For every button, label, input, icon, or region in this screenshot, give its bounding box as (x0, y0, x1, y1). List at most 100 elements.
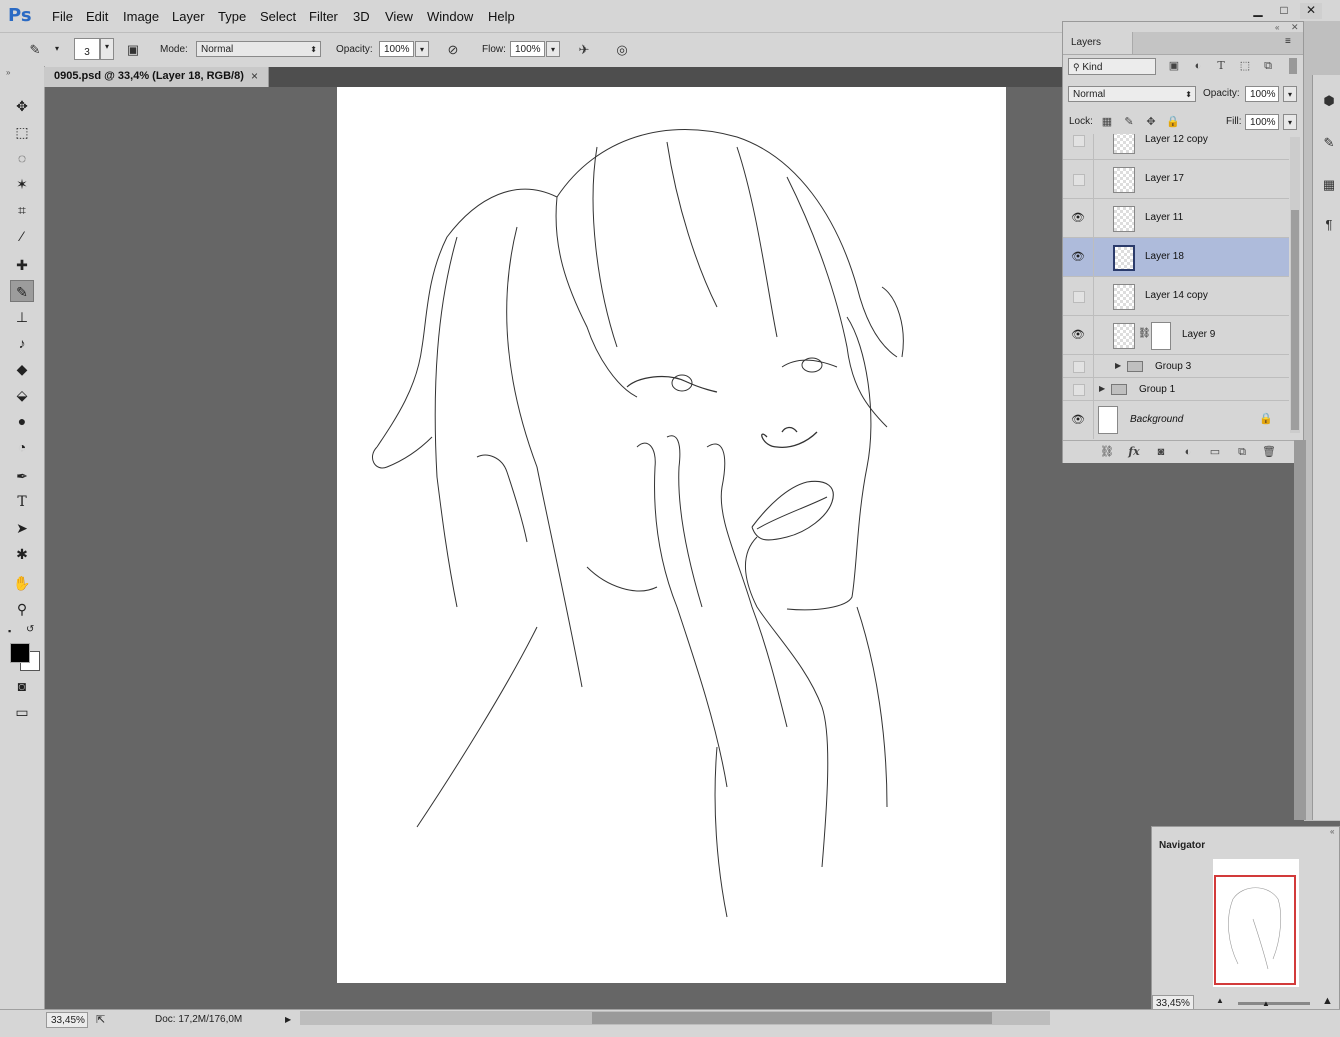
export-icon[interactable]: ⇱ (96, 1012, 105, 1028)
eye-icon[interactable]: 👁 (1071, 328, 1085, 342)
navigator-tab[interactable]: Navigator (1152, 835, 1214, 857)
quick-selection-tool-icon[interactable]: ✶ (10, 173, 34, 195)
layer-row[interactable]: 👁 Background 🔒 (1063, 401, 1289, 439)
eraser-tool-icon[interactable]: ◆ (10, 358, 34, 380)
zoom-in-icon[interactable]: ▲ (1322, 995, 1333, 1007)
panel-menu-icon[interactable]: ≡ (1285, 36, 1291, 47)
screen-mode-icon[interactable]: ▭ (10, 701, 34, 723)
menu-view[interactable]: View (385, 9, 413, 24)
layer-opacity-field[interactable]: 100% (1245, 86, 1279, 102)
healing-brush-tool-icon[interactable]: ✚ (10, 254, 34, 276)
fx-icon[interactable]: fx (1126, 444, 1142, 460)
flow-field[interactable]: 100% (510, 41, 545, 57)
expand-triangle-icon[interactable]: ▶ (1115, 361, 1121, 370)
menu-type[interactable]: Type (218, 9, 246, 24)
lasso-tool-icon[interactable]: ◌ (10, 147, 34, 169)
zoom-slider-handle[interactable]: ▲ (1262, 999, 1270, 1008)
tool-preset-dropdown-icon[interactable]: ▾ (50, 41, 64, 57)
canvas-vertical-scrollbar[interactable] (1294, 440, 1306, 820)
layer-opacity-dropdown-icon[interactable]: ▾ (1283, 86, 1297, 102)
brush-tool-icon[interactable]: ✎ (10, 280, 34, 302)
document-tab[interactable]: 0905.psd @ 33,4% (Layer 18, RGB/8) × (44, 67, 269, 87)
new-layer-icon[interactable]: ⧉ (1234, 444, 1250, 460)
visibility-toggle[interactable] (1073, 291, 1085, 303)
layer-row-selected[interactable]: 👁 Layer 18 (1063, 238, 1289, 277)
layer-row[interactable]: Layer 14 copy (1063, 277, 1289, 316)
menu-help[interactable]: Help (488, 9, 515, 24)
visibility-toggle[interactable] (1073, 135, 1085, 147)
brush-size-field[interactable]: 3 (74, 38, 100, 60)
group-row[interactable]: ▶ Group 1 (1063, 378, 1289, 401)
filter-type-icon[interactable]: T (1213, 58, 1229, 74)
link-layers-icon[interactable]: ⛓ (1099, 444, 1115, 460)
filter-smart-object-icon[interactable]: ⧉ (1260, 58, 1276, 74)
lock-transparent-icon[interactable]: ▦ (1099, 114, 1115, 130)
filter-adjustment-icon[interactable]: ◐ (1190, 58, 1206, 74)
opacity-field[interactable]: 100% (379, 41, 414, 57)
pressure-opacity-icon[interactable]: ⊘ (444, 41, 462, 59)
navigator-view-frame[interactable] (1214, 875, 1296, 985)
close-tab-icon[interactable]: × (251, 69, 258, 83)
swap-colors-icon[interactable]: ↺ (26, 624, 34, 635)
lock-all-icon[interactable]: 🔒 (1165, 114, 1181, 130)
move-tool-icon[interactable]: ✥ (10, 95, 34, 117)
blur-tool-icon[interactable]: ● (10, 410, 34, 432)
crop-tool-icon[interactable]: ⌗ (10, 199, 34, 221)
new-group-icon[interactable]: ▭ (1207, 444, 1223, 460)
zoom-slider[interactable] (1238, 1002, 1310, 1005)
layers-scroll-thumb[interactable] (1291, 210, 1299, 430)
default-colors-icon[interactable]: ▪ (8, 626, 11, 636)
eyedropper-tool-icon[interactable]: ⁄ (10, 225, 34, 247)
mode-select[interactable]: Normal ⬍ (196, 41, 321, 57)
lock-position-icon[interactable]: ✥ (1143, 114, 1159, 130)
layers-tab[interactable]: Layers (1063, 32, 1133, 54)
menu-3d[interactable]: 3D (353, 9, 370, 24)
trash-icon[interactable]: 🗑 (1261, 444, 1277, 460)
marquee-tool-icon[interactable]: ⬚ (10, 121, 34, 143)
visibility-toggle[interactable] (1073, 384, 1085, 396)
layer-mask-thumbnail[interactable] (1151, 322, 1171, 350)
brush-panel-toggle-icon[interactable]: ▣ (124, 41, 142, 59)
maximize-button[interactable]: □ (1273, 3, 1295, 19)
paragraph-icon[interactable]: ¶ (1319, 215, 1339, 235)
brush-presets-icon[interactable]: ✎ (1319, 133, 1339, 153)
quick-mask-icon[interactable]: ◙ (10, 675, 34, 697)
toolbox-collapse-icon[interactable]: » (6, 68, 10, 77)
swatches-icon[interactable]: ▦ (1319, 175, 1339, 195)
close-window-button[interactable]: ✕ (1300, 3, 1322, 19)
layer-row[interactable]: 👁 Layer 11 (1063, 199, 1289, 238)
layer-row[interactable]: Layer 17 (1063, 160, 1289, 199)
blend-mode-select[interactable]: Normal ⬍ (1068, 86, 1196, 102)
menu-layer[interactable]: Layer (172, 9, 205, 24)
fill-dropdown-icon[interactable]: ▾ (1283, 114, 1297, 130)
document-canvas[interactable] (337, 87, 1006, 983)
layer-row[interactable]: Layer 12 copy (1063, 134, 1289, 160)
menu-edit[interactable]: Edit (86, 9, 108, 24)
panel-collapse-icon[interactable]: « (1275, 23, 1279, 32)
history-brush-tool-icon[interactable]: ♪ (10, 332, 34, 354)
status-zoom-field[interactable]: 33,45% (46, 1012, 88, 1028)
zoom-out-icon[interactable]: ▲ (1216, 996, 1224, 1005)
opacity-dropdown-icon[interactable]: ▾ (415, 41, 429, 57)
flow-dropdown-icon[interactable]: ▾ (546, 41, 560, 57)
filter-pixel-icon[interactable]: ▣ (1166, 58, 1182, 74)
airbrush-icon[interactable]: ✈ (575, 41, 593, 59)
adjustment-layer-icon[interactable]: ◐ (1180, 444, 1196, 460)
filter-toggle[interactable] (1289, 58, 1297, 74)
foreground-color-swatch[interactable] (10, 643, 30, 663)
menu-image[interactable]: Image (123, 9, 159, 24)
eye-icon[interactable]: 👁 (1071, 250, 1085, 264)
pressure-size-icon[interactable]: ◎ (613, 41, 631, 59)
visibility-toggle[interactable] (1073, 361, 1085, 373)
eye-icon[interactable]: 👁 (1071, 211, 1085, 225)
paint-bucket-tool-icon[interactable]: ⬙ (10, 384, 34, 406)
menu-select[interactable]: Select (260, 9, 296, 24)
path-selection-tool-icon[interactable]: ➤ (10, 517, 34, 539)
horizontal-scroll-thumb[interactable] (592, 1012, 992, 1024)
add-mask-icon[interactable]: ◙ (1153, 444, 1169, 460)
expand-triangle-icon[interactable]: ▶ (1099, 384, 1105, 393)
filter-shape-icon[interactable]: ⬚ (1237, 58, 1253, 74)
pen-tool-icon[interactable]: ✒ (10, 465, 34, 487)
minimize-button[interactable]: ▁ (1247, 3, 1269, 19)
menu-filter[interactable]: Filter (309, 9, 338, 24)
